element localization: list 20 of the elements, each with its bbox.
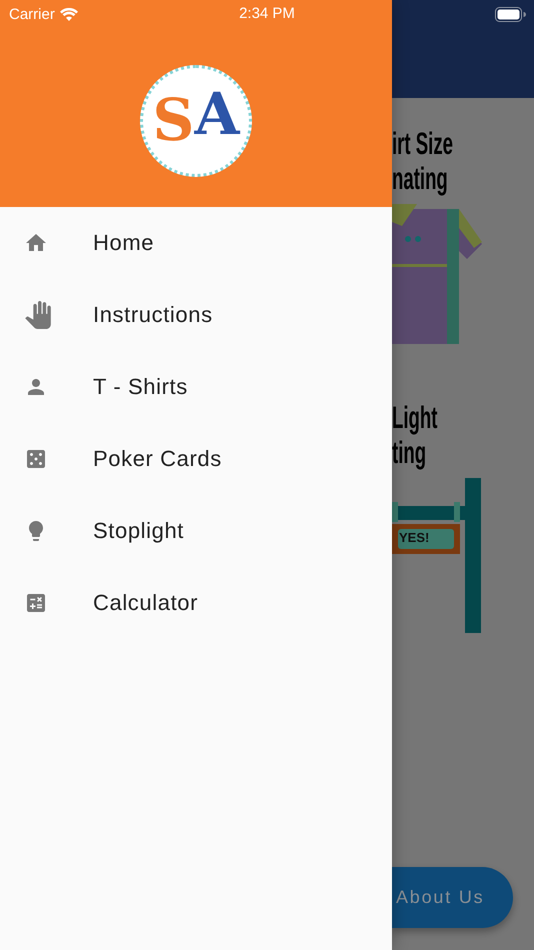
menu-item[interactable]: Stoplight: [93, 518, 184, 544]
logo-letter: S: [152, 86, 194, 156]
carrier-label: Carrier: [9, 6, 55, 22]
card-title: nating: [392, 161, 448, 196]
card-title: Light: [392, 400, 438, 435]
clock-time: 2:34 PM: [239, 5, 295, 22]
sign-text: YES!: [399, 530, 430, 545]
battery-icon: [495, 6, 526, 22]
card-title: ting: [392, 435, 426, 470]
wifi-icon: [60, 8, 78, 20]
menu-item[interactable]: Poker Cards: [93, 446, 222, 472]
hand-icon: [24, 301, 52, 329]
menu-item[interactable]: Home: [93, 230, 154, 256]
calculator-icon: [24, 591, 48, 615]
menu-item[interactable]: Instructions: [93, 302, 213, 328]
menu-item[interactable]: Calculator: [93, 590, 198, 616]
dice-icon: [24, 447, 48, 471]
logo-letter: A: [194, 80, 240, 150]
menu-item[interactable]: T - Shirts: [93, 374, 188, 400]
card-title: irt Size: [392, 126, 453, 161]
